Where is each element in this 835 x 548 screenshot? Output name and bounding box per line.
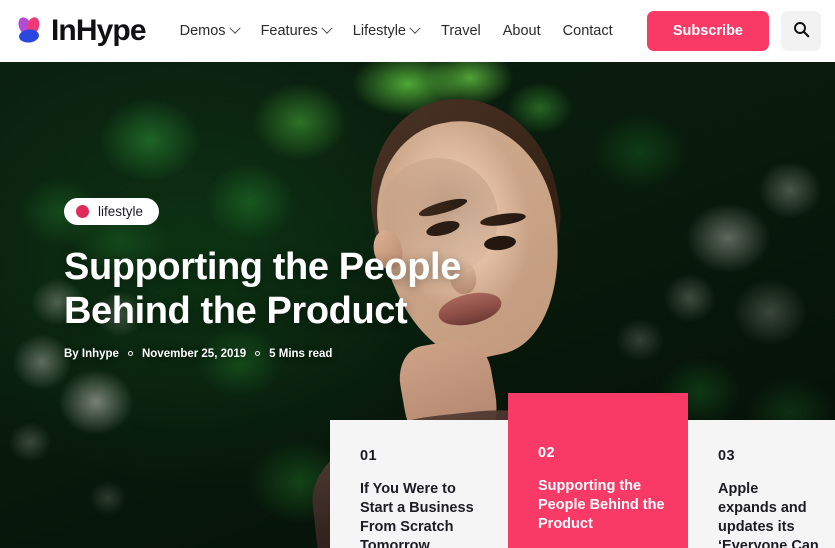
header-actions: Subscribe — [646, 11, 821, 51]
meta-separator-icon — [127, 351, 133, 357]
nav-item-lifestyle[interactable]: Lifestyle — [352, 22, 421, 39]
hero-date: November 25, 2019 — [141, 347, 247, 360]
card-number: 02 — [538, 445, 555, 461]
nav-item-contact[interactable]: Contact — [563, 23, 613, 39]
card-title[interactable]: Apple expands and updates its ‘Everyone … — [718, 480, 835, 548]
nav-label: About — [502, 23, 541, 39]
featured-card-02[interactable]: 02 Supporting the People Behind the Prod… — [508, 393, 688, 548]
nav-item-travel[interactable]: Travel — [441, 23, 481, 39]
featured-card-03[interactable]: 03 Apple expands and updates its ‘Everyo… — [688, 420, 835, 548]
card-title[interactable]: Supporting the People Behind the Product — [538, 477, 688, 534]
card-number: 01 — [360, 448, 377, 464]
search-icon — [793, 21, 810, 41]
hero-meta: By Inhype November 25, 2019 5 Mins read — [64, 348, 494, 360]
search-button[interactable] — [781, 11, 821, 51]
category-dot-icon — [76, 205, 89, 218]
brand-name: InHype — [51, 14, 147, 47]
brand-logo[interactable]: InHype — [14, 14, 147, 47]
hero-read-time: 5 Mins read — [269, 347, 333, 360]
nav-label: Travel — [441, 23, 481, 39]
hero-content: lifestyle Supporting the People Behind t… — [64, 198, 494, 360]
category-label: lifestyle — [98, 204, 144, 219]
hero-author[interactable]: By Inhype — [64, 348, 119, 360]
nav-label: Lifestyle — [352, 23, 406, 39]
butterfly-logo-icon — [14, 16, 44, 46]
hero-title[interactable]: Supporting the People Behind the Product — [64, 245, 494, 334]
category-badge[interactable]: lifestyle — [64, 198, 160, 225]
chevron-down-icon — [409, 22, 421, 34]
featured-card-01[interactable]: 01 If You Were to Start a Business From … — [330, 420, 508, 548]
card-title[interactable]: If You Were to Start a Business From Scr… — [360, 480, 508, 548]
chevron-down-icon — [321, 22, 333, 34]
subscribe-button[interactable]: Subscribe — [646, 11, 769, 51]
meta-separator-icon — [255, 351, 261, 357]
nav-label: Demos — [179, 23, 226, 39]
nav-item-demos[interactable]: Demos — [179, 22, 241, 39]
nav-item-features[interactable]: Features — [260, 22, 333, 39]
nav-item-about[interactable]: About — [503, 23, 541, 39]
page-root: InHype Demos Features Lifestyle Travel A… — [0, 0, 835, 548]
nav-label: Contact — [562, 23, 613, 39]
card-number: 03 — [718, 448, 735, 464]
nav-label: Features — [260, 23, 318, 39]
main-navigation: Demos Features Lifestyle Travel About Co… — [179, 22, 613, 39]
site-header: InHype Demos Features Lifestyle Travel A… — [0, 0, 835, 62]
chevron-down-icon — [228, 22, 241, 34]
featured-posts-row: 01 If You Were to Start a Business From … — [330, 393, 835, 548]
